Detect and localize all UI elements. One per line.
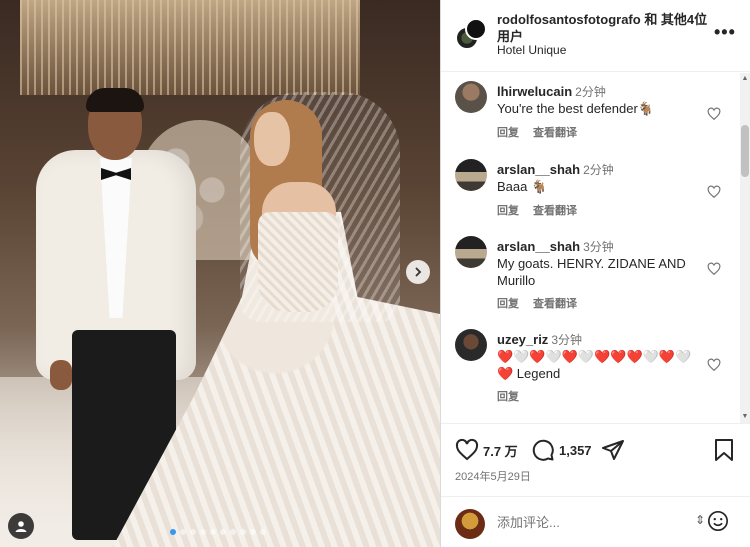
more-icon[interactable]: ••• [714, 22, 736, 43]
post-header: rodolfosantosfotografo 和 其他4位用户 Hotel Un… [441, 0, 750, 72]
comment-actions: 回复 [497, 388, 519, 404]
comment-text: My goats. HENRY. ZIDANE AND Murillo [497, 256, 686, 288]
comment-actions: 回复 查看翻译 [497, 124, 577, 140]
groom-hand [50, 360, 72, 390]
comment-input[interactable] [497, 515, 667, 530]
carousel-dot [180, 529, 186, 535]
translate-button[interactable]: 查看翻译 [533, 124, 577, 140]
avatar [465, 18, 487, 40]
share-button[interactable] [601, 438, 625, 462]
comment-username-text: arslan__shah [497, 239, 581, 254]
scroll-down-arrow-icon[interactable]: ▼ [741, 413, 749, 421]
text-cursor-icon: ⇕ [695, 513, 706, 527]
post-date[interactable]: 2024年5月29日 [455, 468, 531, 484]
author-avatars[interactable] [455, 18, 487, 50]
heart-icon[interactable] [707, 358, 721, 372]
carousel-dot [260, 529, 266, 535]
add-comment-bar: ⇕ [441, 496, 750, 547]
reply-button[interactable]: 回复 [497, 295, 519, 311]
reply-button[interactable]: 回复 [497, 202, 519, 218]
like-button[interactable]: 7.7 万 [455, 438, 518, 462]
post-authors[interactable]: rodolfosantosfotografo 和 其他4位用户 [497, 11, 713, 45]
comment-username[interactable]: arslan__shah 3分钟 [497, 238, 614, 255]
scroll-thumb[interactable] [741, 125, 749, 177]
comment-text: Baaa 🐐 [497, 179, 548, 194]
post-location[interactable]: Hotel Unique [497, 43, 566, 57]
comment-username[interactable]: arslan__shah 2分钟 [497, 161, 614, 178]
emoji-icon[interactable] [707, 510, 729, 532]
comment-text: ❤️🤍❤️🤍❤️🤍❤️❤️❤️🤍❤️🤍❤️ Legend [497, 349, 692, 381]
carousel-dot [190, 529, 196, 535]
reply-button[interactable]: 回复 [497, 124, 519, 140]
comment-list: lhirwelucain 2分钟 You're the best defender… [441, 73, 741, 423]
avatar [455, 509, 485, 539]
heart-icon [455, 438, 479, 461]
carousel-dot [240, 529, 246, 535]
comment-username[interactable]: lhirwelucain 2分钟 [497, 83, 606, 100]
like-count: 7.7 万 [483, 443, 518, 459]
avatar[interactable] [455, 329, 487, 361]
save-button[interactable] [713, 438, 735, 462]
comment-username-text: uzey_riz [497, 332, 549, 347]
comment-actions: 回复 查看翻译 [497, 295, 577, 311]
action-bar: 7.7 万 1,357 2024年5月29日 ⇕ [441, 423, 750, 543]
chevron-right-icon[interactable] [406, 260, 430, 284]
bride-bodice [258, 212, 338, 312]
bride-face [254, 112, 290, 166]
comment-username-text: arslan__shah [497, 162, 581, 177]
chandelier [20, 0, 360, 95]
comment-actions: 回复 查看翻译 [497, 202, 577, 218]
comment-time: 3分钟 [583, 240, 614, 254]
post-sidebar: rodolfosantosfotografo 和 其他4位用户 Hotel Un… [440, 0, 750, 547]
comment-icon [532, 439, 554, 461]
comment-username-text: lhirwelucain [497, 84, 573, 99]
comment-time: 2分钟 [575, 85, 606, 99]
carousel-dot [230, 529, 236, 535]
carousel-dot [170, 529, 176, 535]
avatar[interactable] [455, 236, 487, 268]
translate-button[interactable]: 查看翻译 [533, 202, 577, 218]
post-photo[interactable] [0, 0, 440, 547]
comment-text: You're the best defender🐐 [497, 101, 654, 116]
heart-icon[interactable] [707, 262, 721, 276]
comment-count: 1,357 [559, 442, 592, 458]
avatar[interactable] [455, 81, 487, 113]
heart-icon[interactable] [707, 107, 721, 121]
translate-button[interactable]: 查看翻译 [533, 295, 577, 311]
comment-time: 3分钟 [551, 333, 582, 347]
user-tag-icon[interactable] [8, 513, 34, 539]
scrollbar[interactable]: ▲ ▼ [740, 73, 750, 423]
scroll-up-arrow-icon[interactable]: ▲ [741, 75, 749, 83]
carousel-dots [170, 529, 266, 535]
share-icon [602, 440, 624, 460]
comment-button[interactable]: 1,357 [531, 438, 592, 462]
comment-username[interactable]: uzey_riz 3分钟 [497, 331, 582, 348]
carousel-dot [250, 529, 256, 535]
carousel-dot [200, 529, 206, 535]
avatar[interactable] [455, 159, 487, 191]
groom-hair [86, 88, 144, 112]
heart-icon[interactable] [707, 185, 721, 199]
reply-button[interactable]: 回复 [497, 388, 519, 404]
carousel-dot [210, 529, 216, 535]
carousel-dot [220, 529, 226, 535]
comment-time: 2分钟 [583, 163, 614, 177]
bookmark-icon [715, 439, 733, 461]
